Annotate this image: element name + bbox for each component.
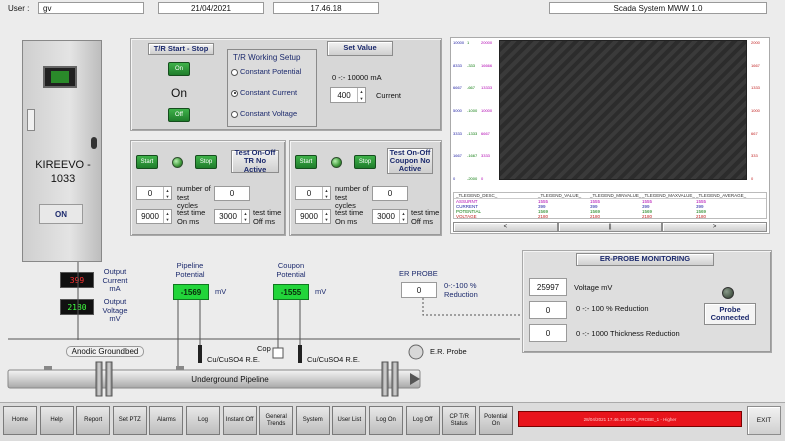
coupon-icon — [272, 347, 284, 359]
pipeline-label: Underground Pipeline — [191, 375, 269, 384]
alarm-bar[interactable]: 28/04/2021 17.46.16 EOR_PROBE_1 - Higher — [518, 411, 742, 427]
re1-electrode-icon — [198, 345, 202, 363]
toolbar-button-user-list[interactable]: User List — [332, 406, 367, 435]
toolbar-button-set-ptz[interactable]: Set PTZ — [112, 406, 147, 435]
toolbar-button-system[interactable]: System — [295, 406, 330, 435]
er-probe-wire — [422, 298, 522, 316]
flange-icon — [391, 361, 399, 397]
toolbar-button-potential-on[interactable]: Potential On — [478, 406, 513, 435]
toolbar-button-help[interactable]: Help — [39, 406, 74, 435]
toolbar-button-log-off[interactable]: Log Off — [405, 406, 440, 435]
flange-icon — [381, 361, 389, 397]
toolbar-button-report[interactable]: Report — [76, 406, 111, 435]
toolbar-button-general-trends[interactable]: General Trends — [259, 406, 294, 435]
re2-electrode-icon — [298, 345, 302, 363]
toolbar-button-instant-off[interactable]: Instant Off — [222, 406, 257, 435]
toolbar-button-log[interactable]: Log — [186, 406, 220, 435]
er-probe-schematic-label: E.R. Probe — [430, 347, 467, 356]
toolbar-button-alarms[interactable]: Alarms — [149, 406, 184, 435]
re1-label: Cu/CuSO4 R.E. — [207, 355, 260, 364]
toolbar-button-log-on[interactable]: Log On — [369, 406, 403, 435]
toolbar-button-home[interactable]: Home — [3, 406, 37, 435]
toolbar-button-cp-t-r-status[interactable]: CP T/R Status — [442, 406, 477, 435]
re2-label: Cu/CuSO4 R.E. — [307, 355, 360, 364]
er-probe-icon — [408, 344, 424, 360]
pipeline-schematic — [7, 262, 522, 397]
flange-icon — [105, 361, 113, 397]
exit-button[interactable]: EXIT — [747, 406, 781, 435]
flange-icon — [95, 361, 103, 397]
cop-label: Cop — [257, 344, 271, 353]
anodic-groundbed: Anodic Groundbed — [66, 346, 144, 357]
